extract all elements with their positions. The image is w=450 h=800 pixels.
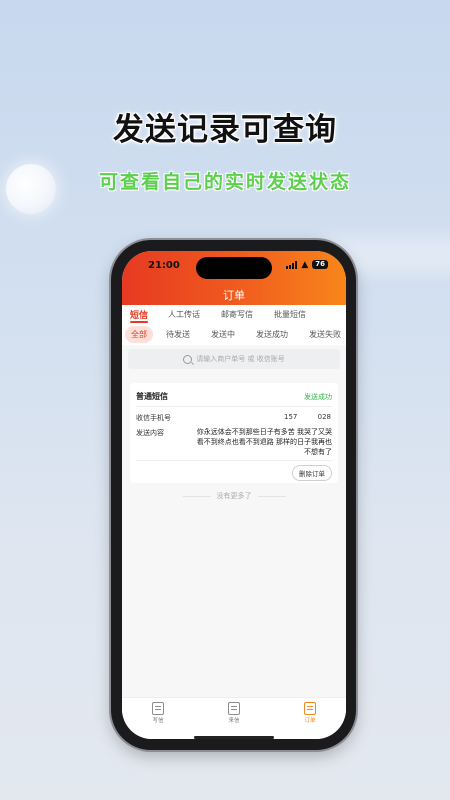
tab-postal-letter[interactable]: 邮寄写信	[221, 309, 253, 320]
promo-title: 发送记录可查询	[113, 112, 337, 148]
tabbar-write-label: 写信	[152, 718, 164, 724]
status-time: 21:00	[148, 260, 180, 271]
content-label: 发送内容	[136, 429, 164, 437]
tabbar-inbox-label: 来信	[228, 718, 240, 724]
divider	[136, 460, 332, 461]
filter-pending[interactable]: 待发送	[166, 329, 190, 340]
phone-prefix: 157	[284, 413, 298, 421]
phone-screen: 21:00 ▲ 76 订单 短信 人工传话 邮寄写信 批量短信 全部 待发送 发…	[122, 251, 346, 739]
category-tabs: 短信 人工传话 邮寄写信 批量短信	[122, 305, 346, 323]
promo-subtitle: 可查看自己的实时发送状态	[98, 171, 351, 193]
tabbar-inbox[interactable]: 来信	[214, 702, 254, 724]
search-input[interactable]: 请输入商户单号 或 收信账号	[128, 349, 340, 369]
home-indicator	[194, 736, 274, 739]
page-title: 订单	[223, 289, 245, 302]
tabbar-orders-label: 订单	[304, 718, 316, 724]
phone-suffix: 028	[317, 413, 331, 421]
order-icon	[304, 702, 316, 715]
tabbar-orders[interactable]: 订单	[290, 702, 330, 724]
order-type: 普通短信	[136, 392, 168, 401]
signal-icon	[286, 260, 298, 269]
filter-all[interactable]: 全部	[125, 326, 153, 343]
inbox-icon	[228, 702, 240, 715]
battery-icon: 76	[312, 260, 328, 269]
delete-order-button[interactable]: 删除订单	[292, 465, 332, 481]
message-content: 你永远体会不到那些日子有多苦 我哭了又哭 看不到终点也看不到退路 那样的日子我再…	[196, 428, 332, 456]
dynamic-island	[196, 257, 272, 279]
status-badge: 发送成功	[304, 393, 332, 401]
tab-sms[interactable]: 短信	[130, 308, 148, 321]
pen-icon	[152, 702, 164, 715]
search-placeholder: 请输入商户单号 或 收信账号	[196, 355, 285, 363]
status-filter-tabs: 全部 待发送 发送中 发送成功 发送失败	[122, 323, 346, 345]
list-end-text: 没有更多了	[216, 492, 252, 500]
wifi-icon: ▲	[301, 259, 309, 270]
status-icons: ▲ 76	[286, 260, 328, 269]
search-icon	[183, 354, 193, 364]
divider	[257, 495, 286, 497]
list-end-indicator: 没有更多了	[122, 491, 346, 501]
filter-sending[interactable]: 发送中	[211, 329, 235, 340]
filter-failed[interactable]: 发送失败	[309, 329, 341, 340]
tab-manual-message[interactable]: 人工传话	[168, 309, 200, 320]
tab-bulk-sms[interactable]: 批量短信	[274, 309, 306, 320]
order-content: 短信 人工传话 邮寄写信 批量短信 全部 待发送 发送中 发送成功 发送失败 请…	[122, 305, 346, 697]
order-card[interactable]: 普通短信 发送成功 收信手机号 157 028 发送内容 你永远体会不到那些日子…	[130, 383, 338, 483]
divider	[136, 406, 332, 407]
filter-success[interactable]: 发送成功	[256, 329, 288, 340]
bottom-tab-bar: 写信 来信 订单	[122, 697, 346, 739]
divider	[182, 495, 211, 497]
phone-label: 收信手机号	[136, 414, 171, 422]
tabbar-write[interactable]: 写信	[138, 702, 178, 724]
